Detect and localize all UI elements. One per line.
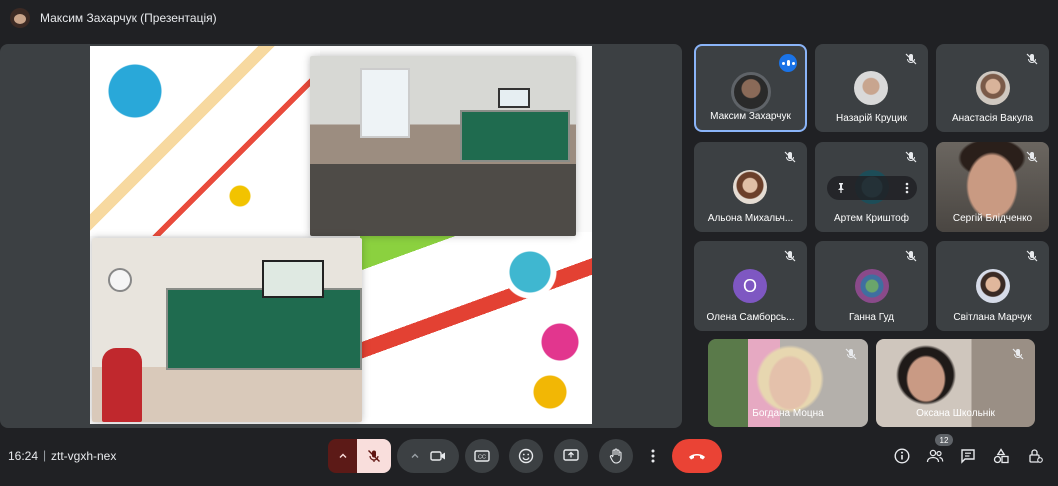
participant-tile[interactable]: Оксана Школьнік bbox=[876, 339, 1035, 427]
people-count-badge: 12 bbox=[935, 434, 953, 446]
mic-off-icon bbox=[368, 450, 380, 462]
more-options-icon[interactable] bbox=[905, 182, 909, 194]
participant-name: Артем Криштоф bbox=[834, 213, 909, 224]
info-icon bbox=[894, 448, 910, 464]
slide-illustration-bottom bbox=[360, 232, 592, 424]
tile-hover-controls bbox=[827, 176, 917, 200]
participant-avatar: O bbox=[733, 269, 767, 303]
more-options-icon bbox=[651, 449, 655, 463]
classroom-photo-bottom bbox=[92, 238, 362, 422]
mic-off-icon bbox=[842, 345, 860, 363]
raise-hand-icon bbox=[609, 448, 622, 464]
participant-name: Максим Захарчук bbox=[710, 111, 791, 122]
separator: | bbox=[43, 448, 47, 462]
classroom-screen bbox=[262, 260, 324, 298]
mic-off-icon bbox=[902, 247, 920, 265]
captions-icon: CC bbox=[474, 450, 490, 462]
meeting-code: ztt-vgxh-nex bbox=[51, 449, 117, 463]
mic-off-icon bbox=[781, 148, 799, 166]
presentation-slide bbox=[90, 46, 592, 424]
slide-illustration-top bbox=[90, 46, 320, 236]
participant-avatar bbox=[854, 71, 888, 105]
camera-icon bbox=[430, 451, 445, 461]
participant-name: Світлана Марчук bbox=[953, 312, 1032, 323]
mic-off-icon bbox=[781, 247, 799, 265]
mic-off-icon bbox=[902, 148, 920, 166]
people-icon bbox=[926, 449, 944, 463]
more-options-button[interactable] bbox=[643, 439, 663, 473]
participant-tile[interactable]: Максим Захарчук bbox=[694, 44, 807, 132]
participant-name: Назарій Круцик bbox=[836, 113, 907, 124]
wall-clock bbox=[108, 268, 132, 292]
classroom-window bbox=[360, 68, 410, 138]
leave-call-button[interactable] bbox=[672, 439, 722, 473]
chevron-up-icon bbox=[411, 453, 419, 458]
chat-button[interactable] bbox=[956, 444, 980, 468]
participant-avatar bbox=[855, 269, 889, 303]
mic-off-icon bbox=[1023, 148, 1041, 166]
presenter-avatar bbox=[10, 8, 30, 28]
participant-name: Олена Самборсь... bbox=[706, 312, 795, 323]
svg-text:CC: CC bbox=[478, 455, 486, 461]
bottom-toolbar: 16:24 | ztt-vgxh-nex CC bbox=[0, 430, 1058, 486]
participant-name: Альона Михальч... bbox=[707, 213, 794, 224]
pin-icon[interactable] bbox=[835, 182, 847, 194]
participant-name: Анастасія Вакула bbox=[951, 113, 1034, 124]
captions-button[interactable]: CC bbox=[465, 439, 499, 473]
participant-tile[interactable]: Світлана Марчук bbox=[936, 241, 1049, 331]
activities-button[interactable] bbox=[989, 444, 1013, 468]
participant-avatar bbox=[976, 269, 1010, 303]
classroom-screen bbox=[498, 88, 530, 108]
mic-toggle-button[interactable] bbox=[357, 439, 391, 473]
mic-off-icon bbox=[902, 50, 920, 68]
participant-tile[interactable]: O Олена Самборсь... bbox=[694, 241, 807, 331]
participant-avatar bbox=[731, 72, 771, 112]
presenter-title: Максим Захарчук (Презентація) bbox=[40, 11, 217, 25]
participant-tile[interactable]: Назарій Круцик bbox=[815, 44, 928, 132]
chevron-up-icon bbox=[339, 453, 347, 458]
host-controls-button[interactable] bbox=[1023, 444, 1047, 468]
emoji-icon bbox=[518, 448, 534, 464]
raise-hand-button[interactable] bbox=[599, 439, 633, 473]
camera-toggle-button[interactable] bbox=[397, 439, 459, 473]
mic-off-icon bbox=[1023, 50, 1041, 68]
chat-icon bbox=[961, 449, 975, 464]
participant-tile[interactable]: Альона Михальч... bbox=[694, 142, 807, 232]
speaking-indicator-icon bbox=[779, 54, 797, 72]
student-figure bbox=[102, 348, 142, 422]
activities-icon bbox=[993, 448, 1009, 464]
participant-tile[interactable]: Артем Криштоф bbox=[815, 142, 928, 232]
participant-tile[interactable]: Анастасія Вакула bbox=[936, 44, 1049, 132]
participant-tile[interactable]: Богдана Моцна bbox=[708, 339, 868, 427]
classroom-photo-top bbox=[310, 56, 576, 236]
participant-tile[interactable]: Сергій Блідченко bbox=[936, 142, 1049, 232]
presentation-stage[interactable] bbox=[0, 44, 682, 428]
present-screen-icon bbox=[563, 449, 579, 461]
host-controls-icon bbox=[1029, 449, 1043, 463]
meeting-details-button[interactable] bbox=[890, 444, 914, 468]
participant-avatar bbox=[733, 170, 767, 204]
mic-off-icon bbox=[1023, 247, 1041, 265]
participant-name: Оксана Школьнік bbox=[916, 408, 995, 419]
emoji-button[interactable] bbox=[509, 439, 543, 473]
participant-name: Богдана Моцна bbox=[752, 408, 824, 419]
meeting-time: 16:24 bbox=[8, 449, 39, 463]
hang-up-icon bbox=[689, 454, 705, 460]
mic-off-icon bbox=[1009, 345, 1027, 363]
chalkboard bbox=[166, 288, 362, 370]
participant-name: Ганна Гуд bbox=[848, 312, 895, 323]
chalkboard bbox=[460, 110, 570, 162]
people-button[interactable] bbox=[923, 444, 947, 468]
participant-name: Сергій Блідченко bbox=[952, 213, 1033, 224]
audio-options-button[interactable] bbox=[328, 439, 358, 473]
present-button[interactable] bbox=[554, 439, 588, 473]
participant-avatar bbox=[976, 71, 1010, 105]
participant-tile[interactable]: Ганна Гуд bbox=[815, 241, 928, 331]
top-bar: Максим Захарчук (Презентація) bbox=[0, 0, 1058, 36]
